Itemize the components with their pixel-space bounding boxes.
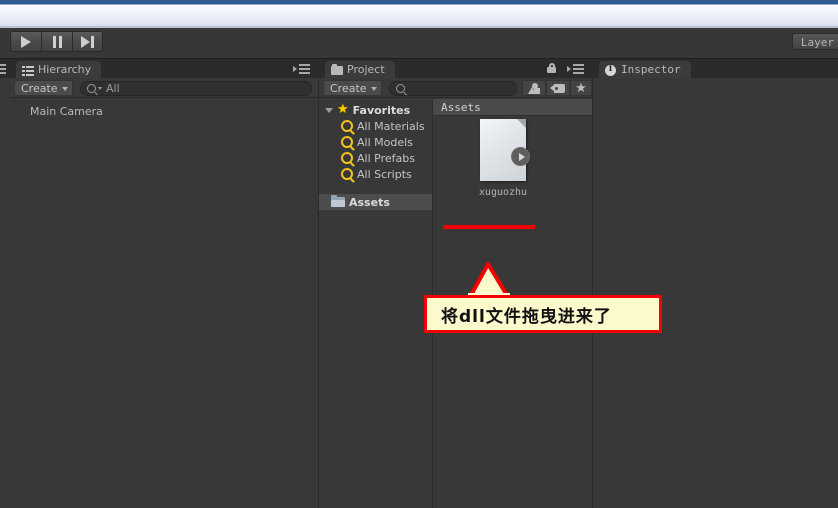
expand-arrow-icon[interactable] <box>511 147 530 166</box>
search-icon <box>341 152 353 164</box>
tree-item-favorites[interactable]: ★ Favorites <box>319 102 432 118</box>
star-icon: ★ <box>575 80 587 96</box>
asset-grid-item[interactable]: xuguozhu <box>458 119 548 198</box>
editor-toolbar: Layer <box>0 28 838 59</box>
menu-lines-icon <box>573 64 584 74</box>
breadcrumb[interactable]: Assets <box>433 99 592 116</box>
chevron-down-icon <box>325 107 333 113</box>
annotation-callout-text: 将dll文件拖曳进来了 <box>441 306 612 327</box>
hierarchy-create-button[interactable]: Create <box>14 80 73 96</box>
tag-icon <box>550 83 565 93</box>
tab-inspector-label: Inspector <box>621 63 681 76</box>
star-icon: ★ <box>337 102 349 117</box>
layers-dropdown[interactable]: Layer <box>791 33 838 50</box>
search-icon <box>341 168 353 180</box>
filter-by-label-button[interactable] <box>546 80 570 96</box>
project-options-menu[interactable] <box>567 64 584 74</box>
tree-item-all-materials[interactable]: All Materials <box>319 118 432 134</box>
project-search-input[interactable] <box>389 81 517 96</box>
shapes-icon <box>527 82 541 94</box>
tab-hierarchy[interactable]: Hierarchy <box>16 61 102 78</box>
filter-by-type-button[interactable] <box>522 80 546 96</box>
project-panel: Project Create ★ ★ Favorites All Materia… <box>319 59 592 508</box>
favorites-filter-button[interactable]: ★ <box>570 80 592 96</box>
hierarchy-create-label: Create <box>21 82 58 95</box>
tree-item-assets[interactable]: Assets <box>319 194 432 210</box>
project-tree-column: ★ Favorites All Materials All Models All… <box>319 99 433 508</box>
unity-editor-root: Layer Hierarchy Create All Main Camera P… <box>0 28 838 508</box>
list-item[interactable]: Main Camera <box>10 103 318 119</box>
search-icon <box>87 84 96 93</box>
info-icon <box>605 64 617 76</box>
step-icon <box>81 35 94 48</box>
menu-lines-icon <box>299 64 310 74</box>
pause-icon <box>52 35 62 48</box>
tree-item-label: Assets <box>349 195 390 209</box>
annotation-callout: 将dll文件拖曳进来了 <box>424 295 662 333</box>
unity-editor-screenshot: Layer Hierarchy Create All Main Camera P… <box>0 0 838 508</box>
tab-project-label: Project <box>347 63 385 76</box>
inspector-tabbar: Inspector <box>593 59 838 78</box>
tree-item-label: Favorites <box>352 103 411 117</box>
window-title-bar <box>0 0 838 28</box>
annotation-underline <box>443 225 535 229</box>
search-icon <box>341 120 353 132</box>
tree-item-label: All Materials <box>357 119 425 133</box>
hierarchy-tree: Main Camera <box>10 99 318 508</box>
tree-item-label: All Prefabs <box>357 151 415 165</box>
search-icon <box>396 84 405 93</box>
hierarchy-subtoolbar: Create All <box>10 78 318 98</box>
hierarchy-item-label: Main Camera <box>30 104 103 118</box>
tab-hierarchy-label: Hierarchy <box>38 63 92 76</box>
collapsed-panel-menu-icon[interactable] <box>0 64 6 74</box>
hierarchy-panel: Hierarchy Create All Main Camera <box>10 59 318 508</box>
collapsed-left-panel-tabbar <box>0 59 10 78</box>
tree-item-label: All Scripts <box>357 167 412 181</box>
tab-inspector[interactable]: Inspector <box>599 61 691 78</box>
inspector-panel: Inspector <box>593 59 838 508</box>
folder-icon <box>331 63 343 76</box>
chevron-right-icon <box>567 66 571 72</box>
project-create-button[interactable]: Create <box>323 80 382 96</box>
hierarchy-search-placeholder: All <box>106 82 120 95</box>
step-button[interactable] <box>72 31 103 52</box>
breadcrumb-label: Assets <box>441 100 481 114</box>
hierarchy-options-menu[interactable] <box>293 64 310 74</box>
tree-item-all-prefabs[interactable]: All Prefabs <box>319 150 432 166</box>
chevron-down-icon <box>370 87 377 91</box>
folder-icon <box>331 195 345 207</box>
window-accent-line-secondary <box>0 4 838 5</box>
collapsed-left-panel <box>0 59 10 508</box>
playback-controls <box>10 31 103 52</box>
pause-button[interactable] <box>41 31 72 52</box>
inspector-body <box>593 78 838 508</box>
tree-item-label: All Models <box>357 135 413 149</box>
search-filter-chevron-icon <box>98 87 102 90</box>
tree-item-all-scripts[interactable]: All Scripts <box>319 166 432 182</box>
hierarchy-list-icon <box>22 64 34 76</box>
chevron-down-icon <box>61 87 68 91</box>
tree-item-all-models[interactable]: All Models <box>319 134 432 150</box>
hierarchy-tabbar: Hierarchy <box>10 59 318 78</box>
project-tabbar: Project <box>319 59 592 78</box>
asset-name-label: xuguozhu <box>478 187 528 198</box>
hierarchy-search-input[interactable]: All <box>80 81 312 96</box>
lock-icon[interactable] <box>547 63 556 73</box>
project-subtoolbar: Create ★ <box>319 78 592 98</box>
play-icon <box>21 35 31 48</box>
search-icon <box>341 136 353 148</box>
chevron-right-icon <box>293 66 297 72</box>
play-button[interactable] <box>10 31 41 52</box>
project-create-label: Create <box>330 82 367 95</box>
tab-project[interactable]: Project <box>325 61 395 78</box>
